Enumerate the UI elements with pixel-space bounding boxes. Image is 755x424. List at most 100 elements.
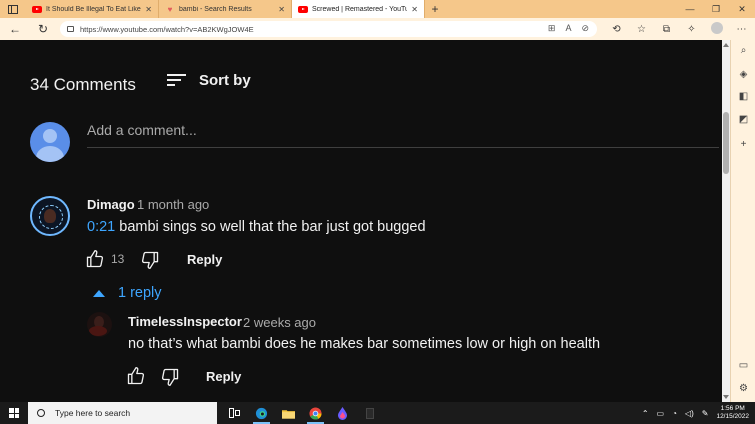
tab-title: bambi - Search Results [179, 5, 252, 13]
start-button[interactable] [0, 402, 28, 424]
thumbs-up-icon [127, 367, 145, 385]
like-button[interactable]: 13 [85, 249, 124, 269]
apps-icon[interactable]: ⊞ [548, 23, 556, 34]
edge-sidebar: ⌕ ◈ ◧ ◩ + ▭ ⚙ [730, 40, 755, 402]
app-drop-icon[interactable] [329, 402, 356, 424]
reply-author[interactable]: TimelessInspector [128, 314, 242, 329]
settings-icon[interactable]: ⚙ [731, 383, 755, 394]
close-window-icon[interactable]: ✕ [729, 0, 755, 18]
scroll-up-icon[interactable] [723, 43, 729, 47]
refresh-icon[interactable]: ↻ [32, 22, 54, 36]
back-icon[interactable]: ← [4, 22, 26, 36]
reply-like-button[interactable] [126, 366, 146, 386]
youtube-comments-page: 34 Comments Sort by Add a comment... Dim… [0, 40, 722, 402]
tab-2[interactable]: ♥ bambi - Search Results ✕ [159, 0, 292, 18]
commenter-avatar[interactable] [30, 196, 70, 236]
lock-icon [67, 26, 74, 32]
sidebar-layout-icon[interactable]: ▭ [731, 360, 755, 371]
youtube-icon [32, 5, 42, 13]
thumbs-down-icon [141, 251, 159, 269]
youtube-icon [298, 5, 308, 13]
profile-avatar[interactable] [704, 21, 729, 37]
network-icon[interactable]: ◔ [672, 409, 677, 418]
sort-icon [167, 73, 187, 88]
search-icon [37, 409, 45, 417]
reply-author-avatar[interactable] [87, 312, 112, 337]
app-placeholder-icon[interactable] [356, 402, 383, 424]
comment-author[interactable]: Dimago [87, 197, 135, 212]
tab-title: Screwed | Remastered - YouTube [312, 5, 408, 13]
minimize-icon[interactable]: — [677, 0, 703, 18]
clock-date: 12/15/2022 [716, 413, 749, 420]
new-tab-button[interactable]: + [425, 0, 445, 18]
close-tab-icon[interactable]: ✕ [411, 5, 418, 14]
url-text: https://www.youtube.com/watch?v=AB2KWgJO… [80, 24, 254, 34]
tab-3-active[interactable]: Screwed | Remastered - YouTube ✕ [292, 0, 425, 18]
replies-count: 1 reply [118, 285, 162, 301]
add-comment-input[interactable]: Add a comment... [87, 122, 197, 138]
read-aloud-icon[interactable]: A [565, 23, 571, 34]
tracking-icon[interactable]: ⊘ [581, 23, 589, 34]
reply-time[interactable]: 2 weeks ago [243, 315, 316, 330]
sort-by-label: Sort by [199, 72, 251, 89]
comment-body: bambi sings so well that the bar just go… [115, 219, 426, 235]
scroll-thumb[interactable] [723, 112, 729, 174]
heart-icon: ♥ [167, 4, 173, 14]
task-view-icon[interactable] [221, 402, 248, 424]
tray-chevron-icon[interactable]: ⌃ [642, 409, 649, 418]
reply-text: no that’s what bambi does he makes bar s… [128, 336, 601, 352]
browser-toolbar: ← ↻ https://www.youtube.com/watch?v=AB2K… [0, 18, 755, 40]
scroll-down-icon[interactable] [723, 395, 729, 399]
more-menu-icon[interactable]: ⋯ [729, 24, 754, 35]
taskbar-apps [221, 402, 383, 424]
dislike-button[interactable] [140, 250, 160, 270]
edge-icon[interactable] [248, 402, 275, 424]
search-icon[interactable]: ⌕ [731, 45, 755, 56]
tab-1[interactable]: It Should Be Illegal To Eat Like Th ✕ [26, 0, 159, 18]
reply-button[interactable]: Reply [187, 252, 222, 267]
close-tab-icon[interactable]: ✕ [145, 5, 152, 14]
file-explorer-icon[interactable] [275, 402, 302, 424]
sort-by-button[interactable]: Sort by [167, 72, 251, 89]
clock[interactable]: 1:56 PM 12/15/2022 [716, 405, 749, 421]
favorites-icon[interactable]: ☆ [629, 24, 654, 35]
collapse-arrow-icon [93, 289, 105, 297]
clock-time: 1:56 PM [720, 405, 745, 412]
thumbs-down-icon [161, 368, 179, 386]
system-tray: ⌃ ▭ ◔ ◁) ✎ 1:56 PM 12/15/2022 [638, 402, 755, 424]
reply-reply-button[interactable]: Reply [206, 369, 241, 384]
comment-input-underline [87, 147, 719, 148]
extensions-icon[interactable]: ⟲ [604, 24, 629, 35]
windows-logo-icon [9, 408, 19, 418]
reply-dislike-button[interactable] [160, 367, 180, 387]
add-sidebar-icon[interactable]: + [731, 139, 755, 150]
volume-icon[interactable]: ◁) [685, 409, 694, 418]
office-icon[interactable]: ◧ [731, 91, 755, 102]
collections-icon[interactable]: ⧉ [654, 24, 679, 35]
tab-actions-button[interactable] [0, 0, 26, 18]
taskbar-search[interactable]: Type here to search [28, 402, 217, 424]
outlook-icon[interactable]: ◩ [731, 114, 755, 125]
show-replies-toggle[interactable]: 1 reply [93, 285, 162, 301]
toolbar-buttons: ⟲ ☆ ⧉ ✧ ⋯ [604, 18, 754, 40]
page-scrollbar[interactable] [722, 40, 730, 402]
like-count: 13 [111, 252, 125, 266]
shopping-icon[interactable]: ◈ [731, 69, 755, 80]
close-tab-icon[interactable]: ✕ [278, 5, 285, 14]
chrome-icon[interactable] [302, 402, 329, 424]
extensions-puzzle-icon[interactable]: ✧ [679, 24, 704, 35]
browser-tab-strip: It Should Be Illegal To Eat Like Th ✕ ♥ … [0, 0, 755, 18]
tab-title: It Should Be Illegal To Eat Like Th [46, 5, 142, 13]
timestamp-link[interactable]: 0:21 [87, 219, 115, 235]
comment-time[interactable]: 1 month ago [137, 197, 209, 212]
battery-icon[interactable]: ▭ [657, 409, 665, 418]
windows-taskbar: Type here to search ⌃ ▭ ◔ ◁) ✎ 1:56 PM 1… [0, 402, 755, 424]
comments-count: 34 Comments [30, 75, 136, 94]
restore-icon[interactable]: ❐ [703, 0, 729, 18]
window-controls: — ❐ ✕ [677, 0, 755, 18]
pen-icon[interactable]: ✎ [702, 409, 709, 418]
current-user-avatar [30, 122, 70, 162]
address-bar-icons: ⊞ A ⊘ [548, 23, 589, 34]
address-bar[interactable]: https://www.youtube.com/watch?v=AB2KWgJO… [60, 21, 597, 37]
thumbs-up-icon [86, 250, 104, 268]
